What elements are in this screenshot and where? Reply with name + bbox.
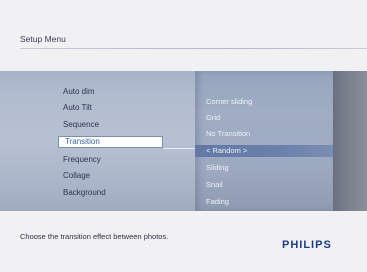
side-panel xyxy=(333,71,367,211)
submenu-item-random[interactable]: < Random > xyxy=(206,146,247,155)
submenu-item-no-transition[interactable]: No Transition xyxy=(206,129,250,138)
menu-item-sequence[interactable]: Sequence xyxy=(63,120,99,129)
transition-submenu: Corner sliding Grid No Transition < Rand… xyxy=(195,71,333,211)
header-divider xyxy=(20,48,367,49)
submenu-item-snail[interactable]: Snail xyxy=(206,180,223,189)
menu-item-frequency[interactable]: Frequency xyxy=(63,155,101,164)
menu-band: Auto dim Auto Tilt Sequence Transition F… xyxy=(0,71,367,211)
submenu-item-sliding[interactable]: Sliding xyxy=(206,163,229,172)
help-text: Choose the transition effect between pho… xyxy=(20,232,169,241)
selection-connector xyxy=(163,148,195,149)
page-title: Setup Menu xyxy=(20,34,66,44)
menu-item-background[interactable]: Background xyxy=(63,188,106,197)
photo-frame-screen: Setup Menu Auto dim Auto Tilt Sequence T… xyxy=(0,0,367,272)
submenu-item-grid[interactable]: Grid xyxy=(206,113,220,122)
setup-menu-list: Auto dim Auto Tilt Sequence Transition F… xyxy=(0,71,195,211)
brand-logo: PHILIPS xyxy=(282,239,332,251)
submenu-item-corner-sliding[interactable]: Corner sliding xyxy=(206,97,252,106)
menu-item-auto-dim[interactable]: Auto dim xyxy=(63,87,95,96)
menu-item-auto-tilt[interactable]: Auto Tilt xyxy=(63,103,92,112)
menu-item-label: Transition xyxy=(65,137,100,146)
submenu-item-fading[interactable]: Fading xyxy=(206,197,229,206)
menu-item-collage[interactable]: Collage xyxy=(63,171,90,180)
menu-item-transition[interactable]: Transition xyxy=(58,136,163,148)
